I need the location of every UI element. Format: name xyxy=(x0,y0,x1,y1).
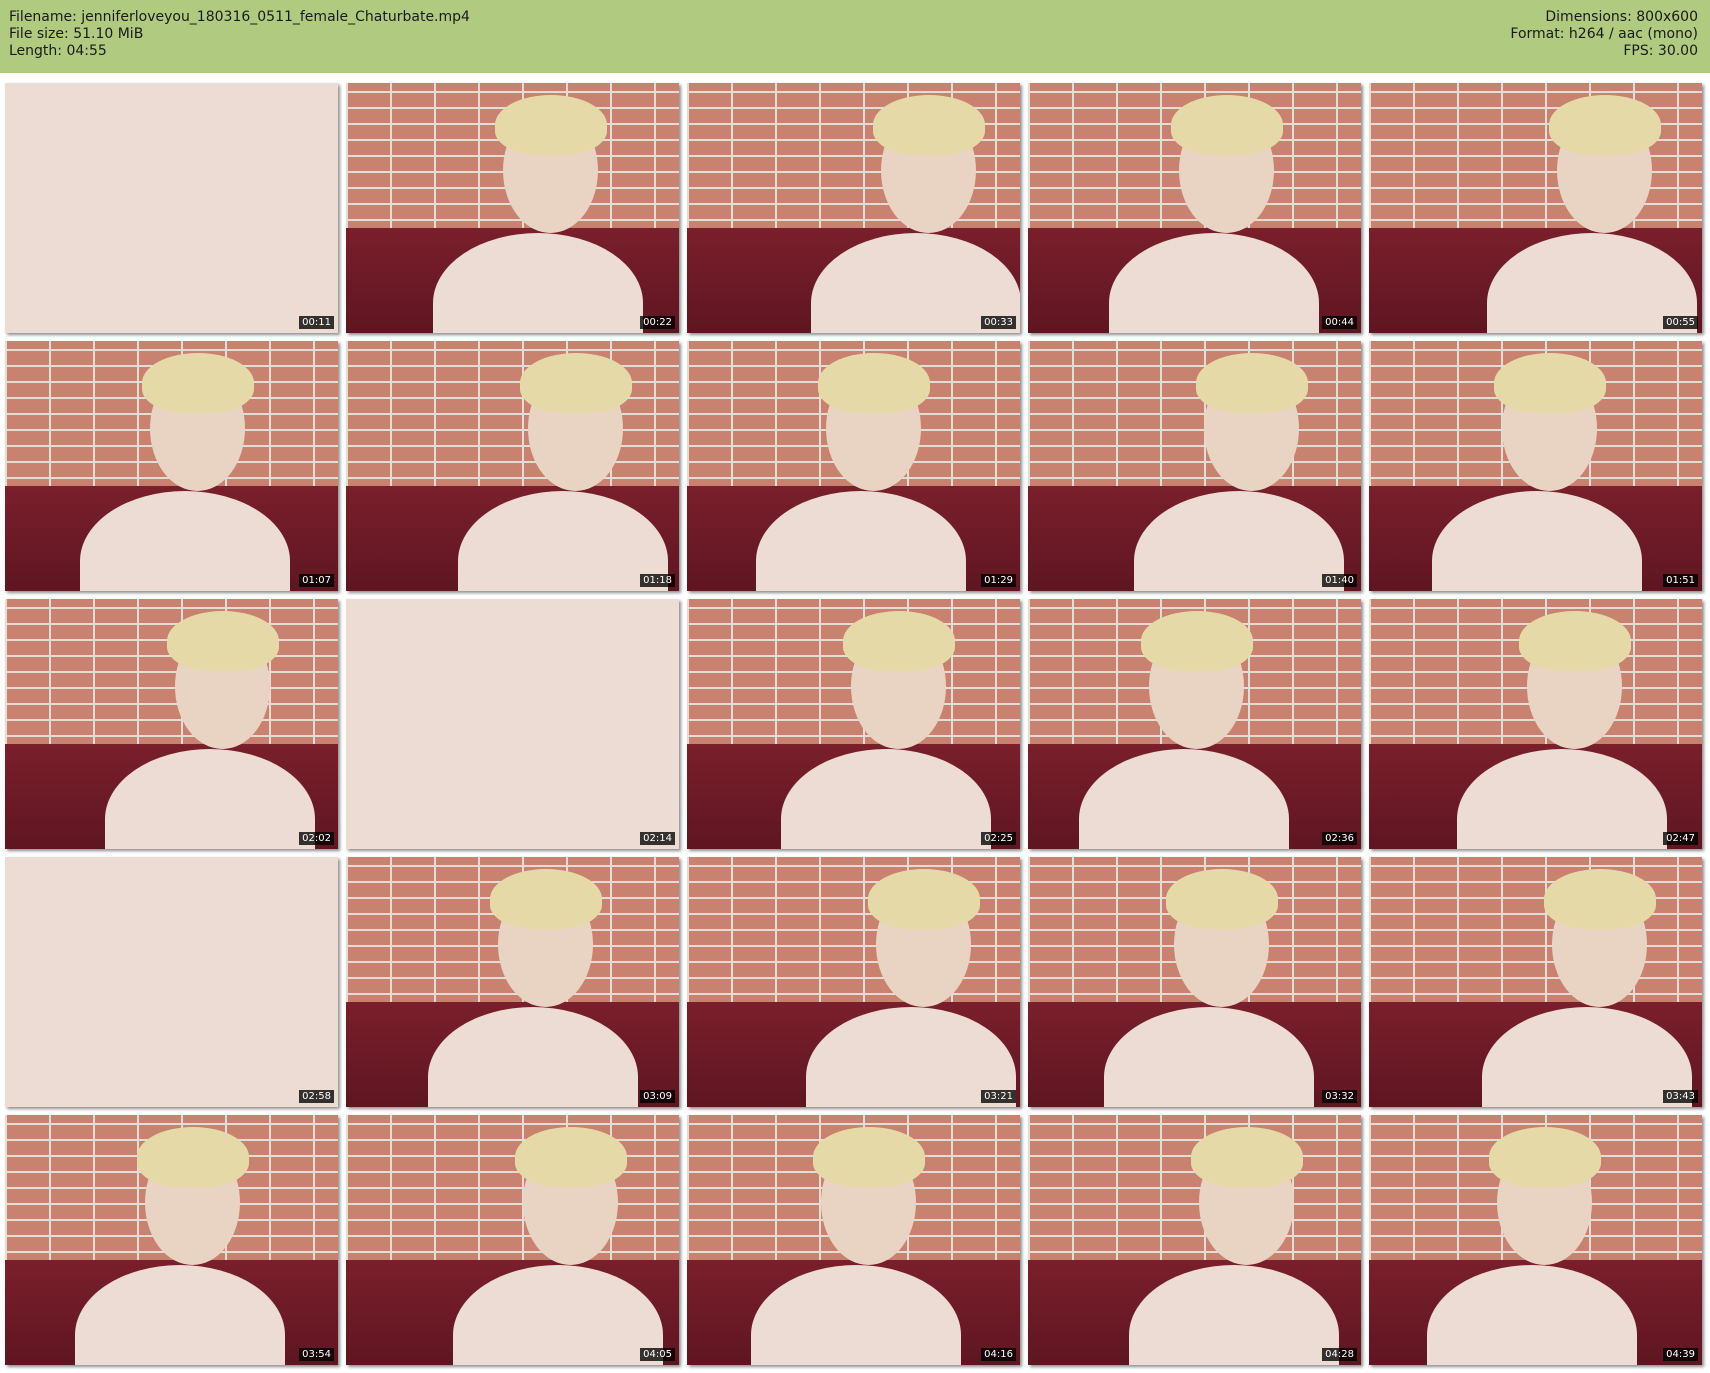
frame-hair xyxy=(490,869,602,929)
timestamp-label: 02:58 xyxy=(299,1090,334,1103)
video-thumbnail[interactable]: 00:44 xyxy=(1028,83,1361,333)
frame-image xyxy=(5,83,338,333)
timestamp-label: 03:43 xyxy=(1663,1090,1698,1103)
video-thumbnail[interactable]: 03:21 xyxy=(687,857,1020,1107)
video-thumbnail[interactable]: 02:25 xyxy=(687,599,1020,849)
frame-hair xyxy=(1171,95,1283,155)
filename: Filename: jenniferloveyou_180316_0511_fe… xyxy=(9,9,470,25)
timestamp-label: 03:32 xyxy=(1322,1090,1357,1103)
frame-hair xyxy=(1196,353,1308,413)
timestamp-label: 04:16 xyxy=(981,1348,1016,1361)
video-thumbnail[interactable]: 02:36 xyxy=(1028,599,1361,849)
timestamp-label: 02:25 xyxy=(981,832,1016,845)
frame-hair xyxy=(137,1127,249,1187)
timestamp-label: 01:29 xyxy=(981,574,1016,587)
timestamp-label: 03:21 xyxy=(981,1090,1016,1103)
frame-hair xyxy=(495,95,607,155)
timestamp-label: 01:18 xyxy=(640,574,675,587)
video-thumbnail[interactable]: 00:11 xyxy=(5,83,338,333)
frame-hair xyxy=(1494,353,1606,413)
timestamp-label: 03:09 xyxy=(640,1090,675,1103)
timestamp-label: 04:39 xyxy=(1663,1348,1698,1361)
video-thumbnail[interactable]: 02:58 xyxy=(5,857,338,1107)
frame-hair xyxy=(843,611,955,671)
timestamp-label: 01:40 xyxy=(1322,574,1357,587)
format: Format: h264 / aac (mono) xyxy=(1510,26,1698,42)
timestamp-label: 03:54 xyxy=(299,1348,334,1361)
frame-hair xyxy=(818,353,930,413)
frame-hair xyxy=(1549,95,1661,155)
video-thumbnail[interactable]: 03:32 xyxy=(1028,857,1361,1107)
dimensions: Dimensions: 800x600 xyxy=(1545,9,1698,25)
video-thumbnail[interactable]: 03:43 xyxy=(1369,857,1702,1107)
length: Length: 04:55 xyxy=(9,43,107,59)
timestamp-label: 02:36 xyxy=(1322,832,1357,845)
thumbnail-grid: 00:11 00:22 00:33 00:44 00:55 01:07 01:18 01:29… xyxy=(5,83,1702,1365)
frame-hair xyxy=(167,611,279,671)
frame-hair xyxy=(515,1127,627,1187)
video-thumbnail[interactable]: 01:51 xyxy=(1369,341,1702,591)
timestamp-label: 01:07 xyxy=(299,574,334,587)
video-thumbnail[interactable]: 01:29 xyxy=(687,341,1020,591)
video-thumbnail[interactable]: 04:16 xyxy=(687,1115,1020,1365)
frame-image xyxy=(346,599,679,849)
timestamp-label: 04:05 xyxy=(640,1348,675,1361)
frame-hair xyxy=(1191,1127,1303,1187)
video-thumbnail[interactable]: 04:39 xyxy=(1369,1115,1702,1365)
file-size: File size: 51.10 MiB xyxy=(9,26,144,42)
timestamp-label: 00:22 xyxy=(640,316,675,329)
frame-hair xyxy=(868,869,980,929)
video-thumbnail[interactable]: 01:07 xyxy=(5,341,338,591)
file-info-left: Filename: jenniferloveyou_180316_0511_fe… xyxy=(9,9,470,60)
timestamp-label: 02:14 xyxy=(640,832,675,845)
frame-hair xyxy=(1489,1127,1601,1187)
frame-hair xyxy=(1519,611,1631,671)
video-thumbnail[interactable]: 00:55 xyxy=(1369,83,1702,333)
fps: FPS: 30.00 xyxy=(1623,43,1698,59)
video-thumbnail[interactable]: 04:28 xyxy=(1028,1115,1361,1365)
video-thumbnail[interactable]: 01:18 xyxy=(346,341,679,591)
timestamp-label: 02:47 xyxy=(1663,832,1698,845)
timestamp-label: 04:28 xyxy=(1322,1348,1357,1361)
video-thumbnail[interactable]: 04:05 xyxy=(346,1115,679,1365)
video-thumbnail[interactable]: 00:33 xyxy=(687,83,1020,333)
timestamp-label: 00:11 xyxy=(299,316,334,329)
frame-image xyxy=(5,857,338,1107)
frame-hair xyxy=(873,95,985,155)
timestamp-label: 00:44 xyxy=(1322,316,1357,329)
frame-hair xyxy=(520,353,632,413)
video-thumbnail[interactable]: 02:14 xyxy=(346,599,679,849)
timestamp-label: 01:51 xyxy=(1663,574,1698,587)
frame-hair xyxy=(142,353,254,413)
video-thumbnail[interactable]: 03:09 xyxy=(346,857,679,1107)
info-header: Filename: jenniferloveyou_180316_0511_fe… xyxy=(0,0,1710,73)
frame-hair xyxy=(1544,869,1656,929)
frame-hair xyxy=(1141,611,1253,671)
timestamp-label: 00:55 xyxy=(1663,316,1698,329)
file-info-right: Dimensions: 800x600 Format: h264 / aac (… xyxy=(1510,9,1698,60)
timestamp-label: 00:33 xyxy=(981,316,1016,329)
video-thumbnail[interactable]: 00:22 xyxy=(346,83,679,333)
timestamp-label: 02:02 xyxy=(299,832,334,845)
frame-hair xyxy=(813,1127,925,1187)
video-thumbnail[interactable]: 01:40 xyxy=(1028,341,1361,591)
video-thumbnail[interactable]: 02:47 xyxy=(1369,599,1702,849)
video-thumbnail[interactable]: 03:54 xyxy=(5,1115,338,1365)
video-thumbnail[interactable]: 02:02 xyxy=(5,599,338,849)
frame-hair xyxy=(1166,869,1278,929)
